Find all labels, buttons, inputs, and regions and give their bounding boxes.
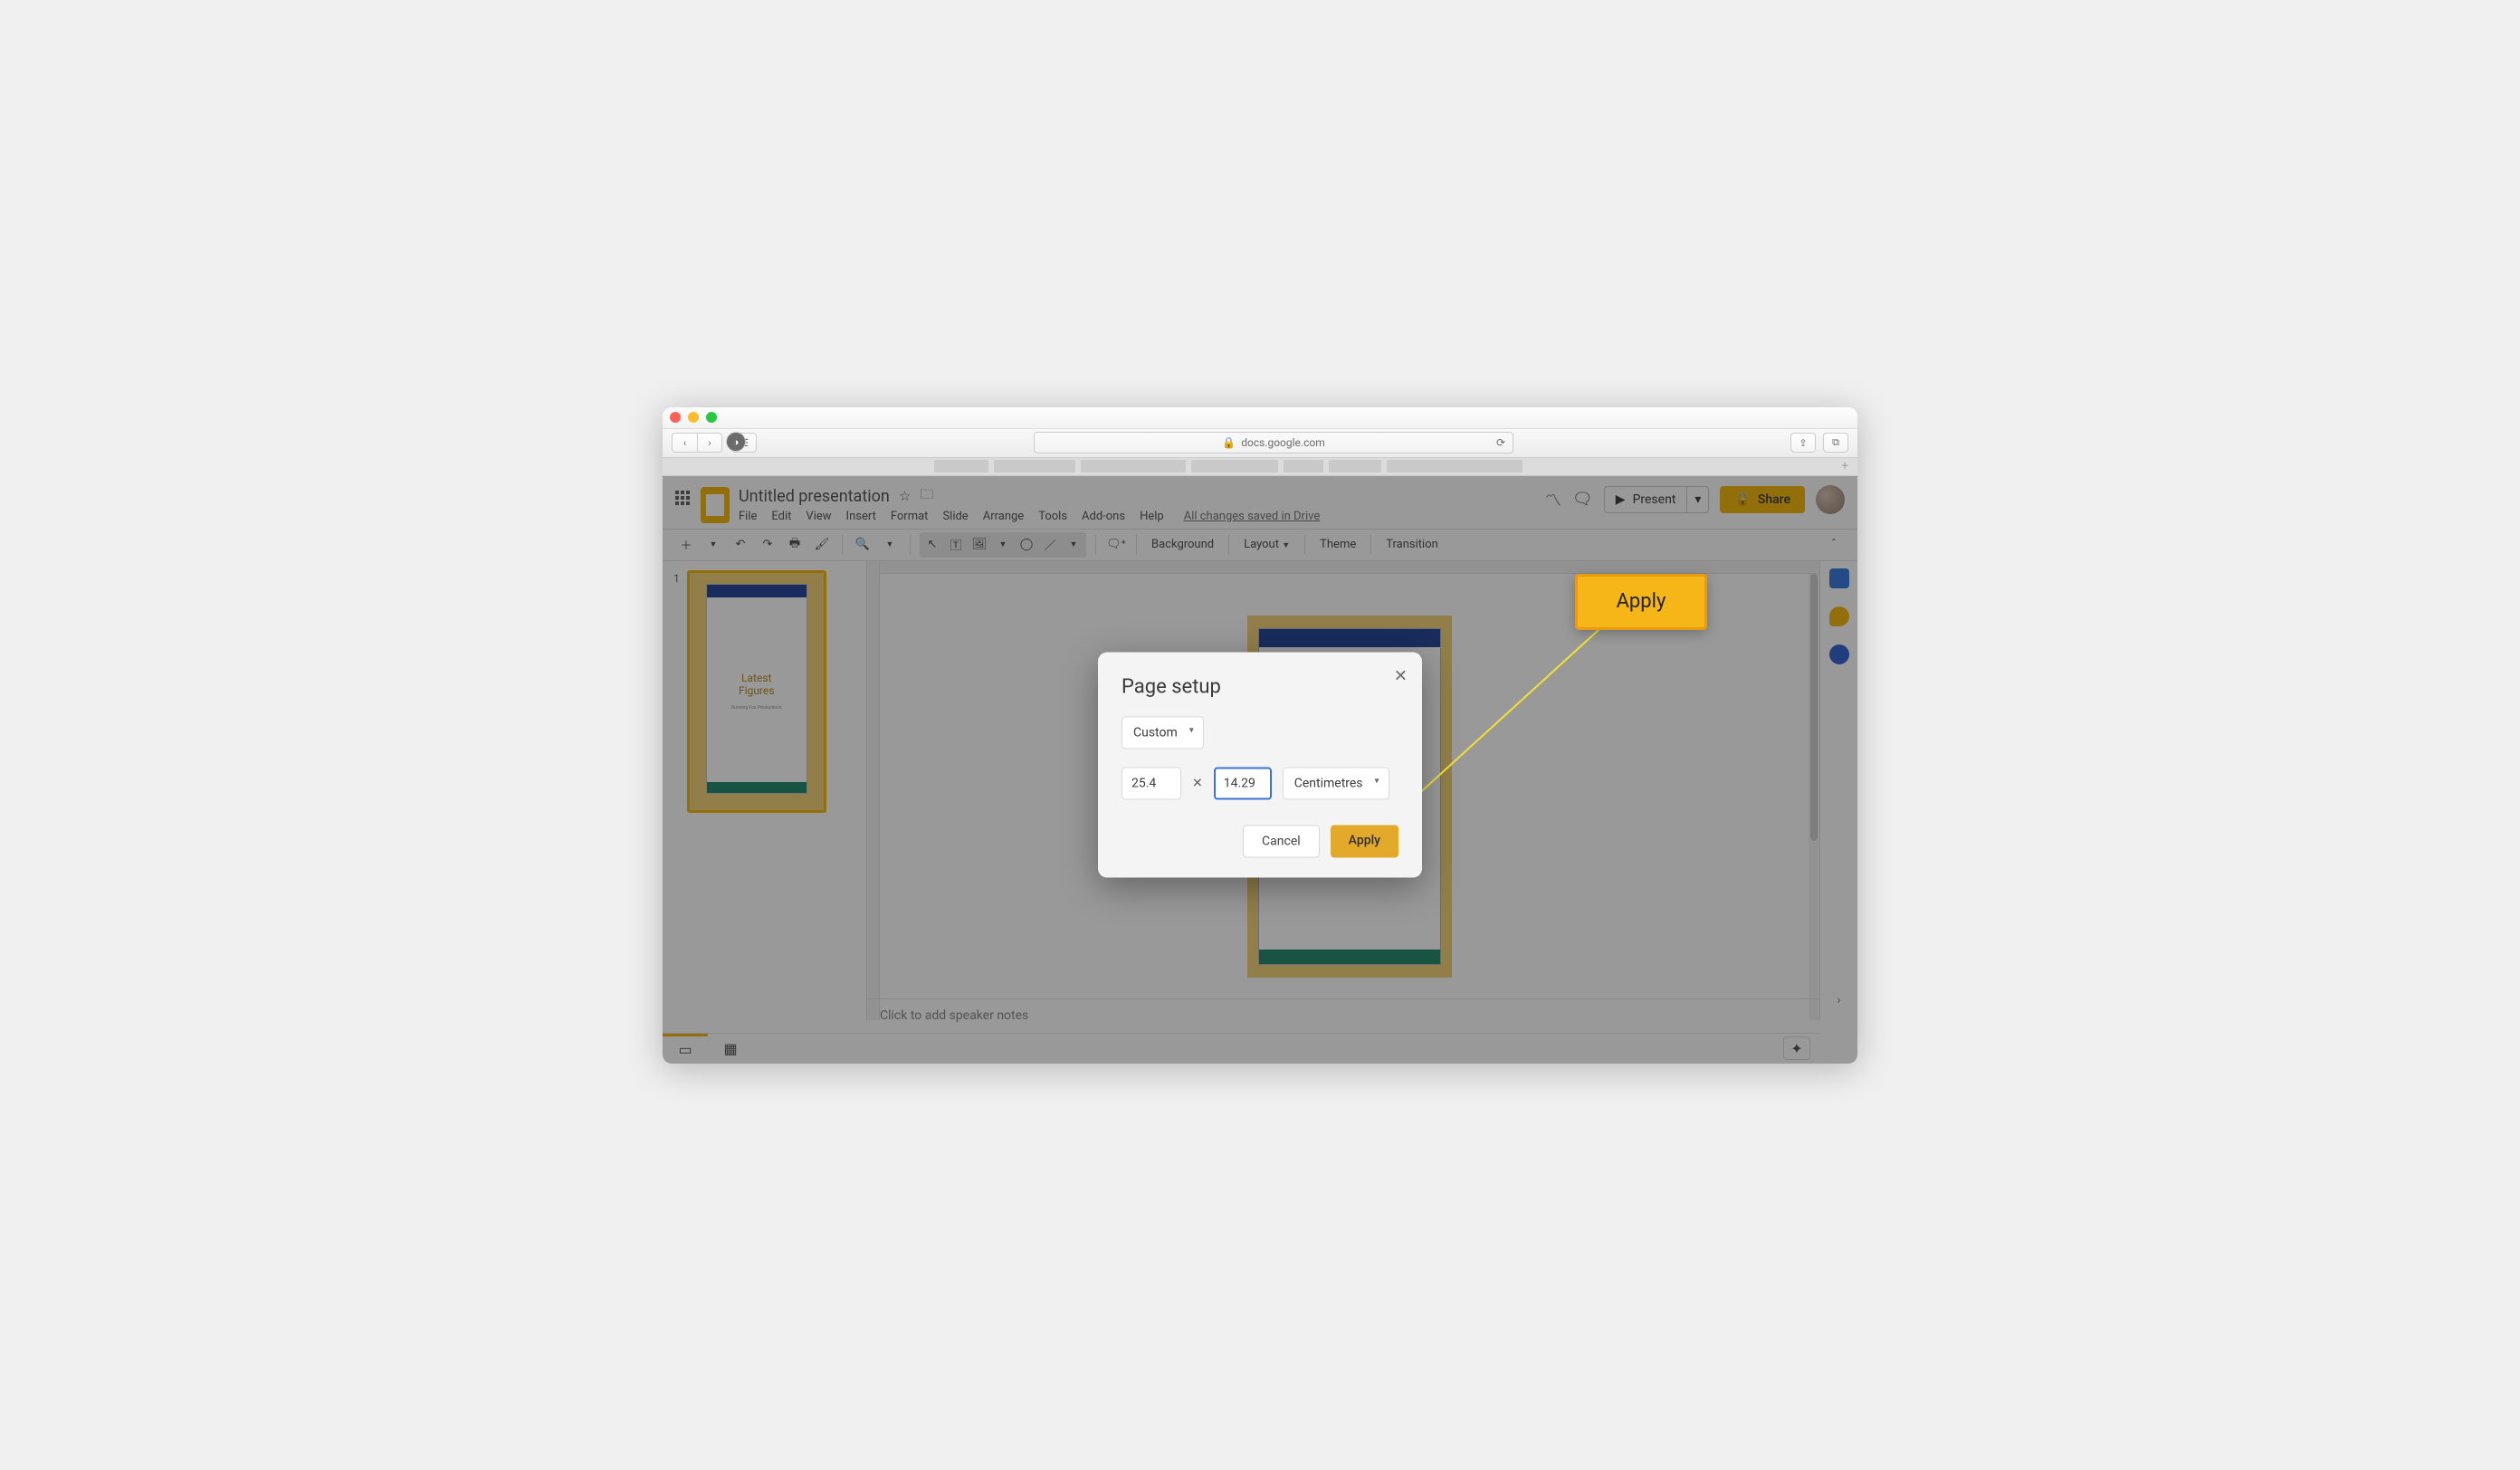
calendar-icon[interactable] [1829,568,1849,588]
zoom-menu-icon[interactable]: ▼ [879,534,901,556]
line-tool-menu-icon[interactable]: ▼ [1063,534,1084,556]
nav-back-button[interactable]: ‹ [672,433,697,453]
activity-icon[interactable]: 〽 [1545,488,1561,511]
speaker-notes[interactable]: Click to add speaker notes [867,998,1819,1033]
menu-slide[interactable]: Slide [942,510,968,523]
explore-button[interactable]: ✦ [1783,1036,1810,1060]
print-button[interactable]: 🖶 [784,534,806,556]
zoom-button[interactable]: 🔍 [852,534,873,556]
privacy-shield-icon[interactable]: ◑ [726,432,746,452]
window-close-icon[interactable] [670,412,681,423]
share-lock-icon: 🔒 [1734,492,1750,507]
present-button[interactable]: ▶ Present ▾ [1604,486,1710,513]
slide-thumbnail[interactable]: LatestFigures Running Fox Productions [687,570,826,813]
window-zoom-icon[interactable] [706,412,717,423]
safari-toolbar: ‹ › ☰ ◑ 🔒 docs.google.com ⟳ ⇪ ⧉ [663,429,1857,458]
filmstrip-view-icon[interactable]: ▭ [663,1034,708,1064]
address-url: docs.google.com [1241,436,1325,449]
share-os-button[interactable]: ⇪ [1790,433,1816,453]
horizontal-ruler [880,561,1819,574]
vertical-scrollbar[interactable] [1809,574,1819,1020]
move-folder-icon[interactable]: 🗀 [920,485,933,508]
changes-saved-link[interactable]: All changes saved in Drive [1184,510,1321,523]
image-tool[interactable]: 🖼 [969,534,990,556]
layout-button[interactable]: Layout ▼ [1238,538,1295,551]
present-label: Present [1633,492,1676,507]
share-button[interactable]: 🔒 Share [1720,486,1805,513]
doc-title[interactable]: Untitled presentation [739,487,890,506]
textbox-tool[interactable]: 🅃 [945,534,967,556]
keep-icon[interactable] [1829,606,1849,626]
toolbar: ＋ ▼ ↶ ↷ 🖶 🖌 🔍 ▼ ↖ 🅃 🖼 ▼ ◯ ／ ▼ 🗨⁺ Backgro… [663,529,1857,561]
add-comment-button[interactable]: 🗨⁺ [1105,534,1127,556]
thumb-title: LatestFigures [707,672,807,698]
slide-thumbnail-panel: 1 LatestFigures Running Fox Productions [663,561,867,1020]
lock-icon: 🔒 [1222,436,1236,449]
thumb-subtitle: Running Fox Productions [707,705,807,711]
tabs-overview-button[interactable]: ⧉ [1823,433,1848,453]
menu-file[interactable]: File [739,510,757,523]
dialog-close-icon[interactable]: ✕ [1394,667,1408,686]
redo-button[interactable]: ↷ [757,534,778,556]
menu-insert[interactable]: Insert [846,510,876,523]
paintformat-button[interactable]: 🖌 [811,534,833,556]
google-apps-icon[interactable] [675,491,692,507]
account-avatar[interactable] [1816,485,1845,514]
address-bar[interactable]: 🔒 docs.google.com ⟳ [1034,432,1513,453]
line-tool[interactable]: ／ [1039,534,1061,556]
slides-logo-icon[interactable] [701,487,730,523]
undo-button[interactable]: ↶ [730,534,751,556]
aspect-select[interactable]: Custom [1122,717,1204,749]
collapse-toolbar-icon[interactable]: ˆ [1823,534,1845,556]
menu-bar: File Edit View Insert Format Slide Arran… [739,510,1320,523]
cancel-button[interactable]: Cancel [1243,826,1320,858]
menu-arrange[interactable]: Arrange [983,510,1024,523]
present-icon: ▶ [1616,492,1626,507]
thumb-number: 1 [673,570,680,813]
menu-tools[interactable]: Tools [1038,510,1067,523]
apply-button[interactable]: Apply [1331,826,1398,858]
menu-help[interactable]: Help [1140,510,1164,523]
background-button[interactable]: Background [1146,538,1219,551]
window-minimize-icon[interactable] [688,412,699,423]
page-setup-dialog: Page setup ✕ Custom 25.4 ✕ 14.29 Centime… [1098,653,1422,878]
width-input[interactable]: 25.4 [1122,768,1181,800]
transition-button[interactable]: Transition [1380,538,1444,551]
units-select[interactable]: Centimetres [1283,768,1389,800]
annotation-callout: Apply [1575,574,1707,630]
hide-sidepanel-icon[interactable]: › [1837,993,1840,1007]
reload-icon[interactable]: ⟳ [1496,436,1505,449]
menu-addons[interactable]: Add-ons [1082,510,1125,523]
select-tool[interactable]: ↖ [921,534,943,556]
shape-tool[interactable]: ◯ [1016,534,1037,556]
callout-label: Apply [1617,590,1666,613]
menu-format[interactable]: Format [891,510,929,523]
bottom-bar: ▭ ▦ ✦ [663,1033,1819,1064]
browser-tabstrip: + [663,458,1857,476]
side-panel: › [1819,561,1857,1020]
menu-view[interactable]: View [806,510,831,523]
dimension-x-icon: ✕ [1192,777,1203,791]
height-input[interactable]: 14.29 [1214,768,1272,800]
menu-edit[interactable]: Edit [771,510,791,523]
nav-forward-button[interactable]: › [697,433,722,453]
new-slide-menu-icon[interactable]: ▼ [702,534,724,556]
comments-icon[interactable]: 🗨 [1572,490,1593,509]
grid-view-icon[interactable]: ▦ [708,1034,753,1064]
star-icon[interactable]: ☆ [899,488,911,504]
theme-button[interactable]: Theme [1314,538,1361,551]
image-tool-menu-icon[interactable]: ▼ [992,534,1014,556]
doc-header: Untitled presentation ☆ 🗀 File Edit View… [663,476,1857,523]
new-slide-button[interactable]: ＋ [675,534,697,556]
vertical-ruler [867,561,880,1020]
mac-titlebar [663,407,1857,429]
tasks-icon[interactable] [1829,644,1849,664]
dialog-title: Page setup [1122,676,1398,699]
present-menu-icon[interactable]: ▾ [1686,487,1708,512]
share-label: Share [1758,492,1790,507]
new-tab-button[interactable]: + [1841,459,1848,473]
